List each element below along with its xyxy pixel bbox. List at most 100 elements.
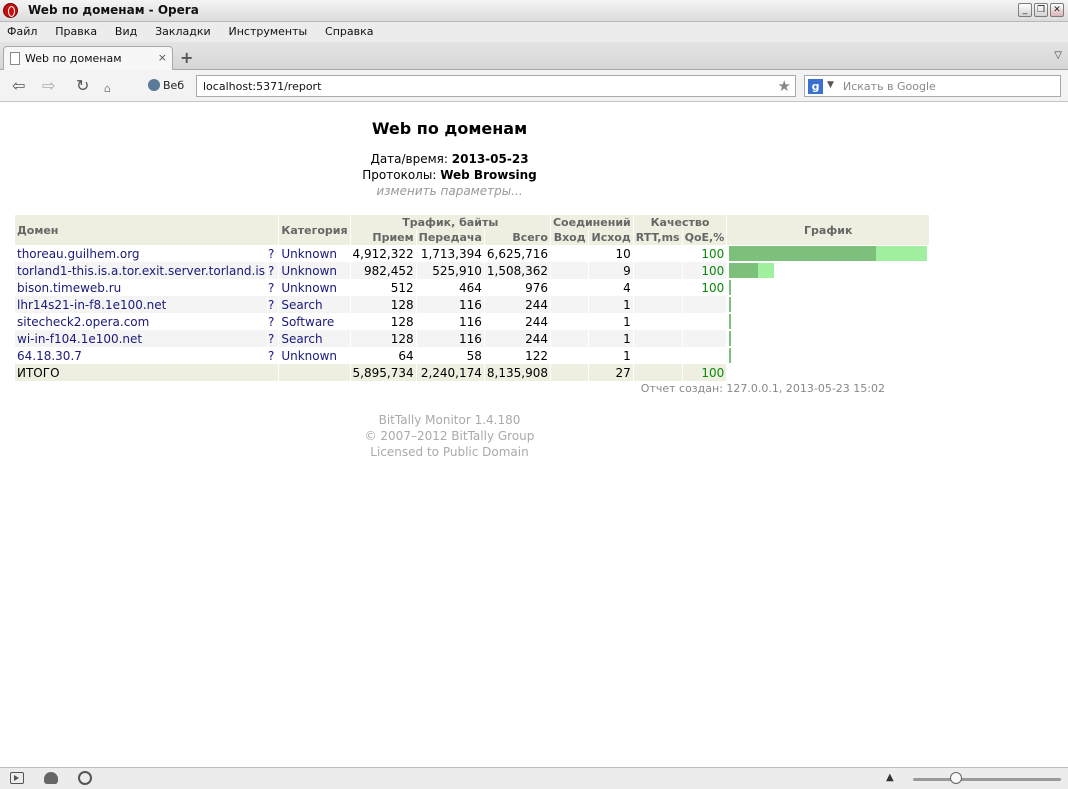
- report-title: Web по доменам: [371, 119, 528, 138]
- address-field[interactable]: localhost:5371/report ★: [196, 75, 796, 97]
- total-cell: 244: [484, 330, 550, 347]
- menu-file[interactable]: Файл: [0, 22, 44, 41]
- change-parameters-link[interactable]: изменить параметры...: [14, 184, 885, 198]
- category-help-link[interactable]: ?: [267, 313, 279, 330]
- category-help-link[interactable]: ?: [267, 262, 279, 279]
- category-help-link[interactable]: ?: [267, 245, 279, 262]
- tab-close-icon[interactable]: ×: [158, 51, 167, 64]
- close-window-button[interactable]: ✕: [1050, 3, 1064, 17]
- zoom-slider[interactable]: [913, 778, 1061, 781]
- totals-send: 2,240,174: [416, 364, 484, 381]
- panel-toggle-icon[interactable]: [10, 772, 24, 784]
- header-rtt[interactable]: RTT,ms: [633, 230, 682, 245]
- qoe-cell: [682, 330, 727, 347]
- graph-cell: [727, 245, 930, 262]
- report-created: Отчет создан: 127.0.0.1, 2013-05-23 15:0…: [640, 382, 885, 395]
- menu-tools[interactable]: Инструменты: [222, 22, 315, 41]
- category-cell[interactable]: Software: [279, 313, 350, 330]
- search-field[interactable]: g ▼ Искать в Google: [804, 75, 1061, 97]
- zoom-slider-thumb[interactable]: [950, 772, 962, 784]
- home-icon[interactable]: ⌂: [104, 80, 111, 98]
- window-titlebar: Web по доменам - Opera _ ❐ ✕: [0, 0, 1068, 22]
- header-total[interactable]: Всего: [484, 230, 550, 245]
- header-qoe[interactable]: QoE,%: [682, 230, 727, 245]
- menu-help[interactable]: Справка: [318, 22, 380, 41]
- traffic-bar: [729, 331, 927, 346]
- totals-rtt: [633, 364, 682, 381]
- category-help-link[interactable]: ?: [267, 296, 279, 313]
- totals-label: ИТОГО: [15, 364, 279, 381]
- category-cell[interactable]: Unknown: [279, 245, 350, 262]
- header-domain[interactable]: Домен: [15, 215, 279, 245]
- opera-logo-icon[interactable]: [3, 3, 18, 18]
- totals-graph: [727, 364, 930, 381]
- opera-link-cloud-icon[interactable]: [44, 772, 58, 784]
- traffic-bar-recv: [729, 263, 759, 278]
- category-cell[interactable]: Search: [279, 296, 350, 313]
- send-cell: 1,713,394: [416, 245, 484, 262]
- domain-cell[interactable]: lhr14s21-in-f8.1e100.net: [15, 296, 267, 313]
- header-recv[interactable]: Прием: [350, 230, 416, 245]
- category-cell[interactable]: Unknown: [279, 262, 350, 279]
- totals-row: ИТОГО 5,895,734 2,240,174 8,135,908 27 1…: [15, 364, 930, 381]
- table-row: bison.timeweb.ru? Unknown 512 464 976 4 100: [15, 279, 930, 296]
- tab-menu-chevron-icon[interactable]: ▽: [1054, 50, 1062, 61]
- domain-cell[interactable]: sitecheck2.opera.com: [15, 313, 267, 330]
- turbo-speedometer-icon[interactable]: [78, 771, 92, 785]
- total-cell: 122: [484, 347, 550, 364]
- minimize-button[interactable]: _: [1018, 3, 1032, 17]
- total-cell: 244: [484, 313, 550, 330]
- restore-button[interactable]: ❐: [1034, 3, 1048, 17]
- outbound-cell: 1: [588, 313, 633, 330]
- qoe-cell: 100: [682, 262, 727, 279]
- menu-bookmarks[interactable]: Закладки: [148, 22, 218, 41]
- category-help-link[interactable]: ?: [267, 330, 279, 347]
- new-tab-icon[interactable]: +: [180, 48, 193, 67]
- header-send[interactable]: Передача: [416, 230, 484, 245]
- table-row: lhr14s21-in-f8.1e100.net? Search 128 116 244…: [15, 296, 930, 313]
- search-engine-dropdown-icon[interactable]: ▼: [827, 80, 834, 90]
- back-icon[interactable]: ⇦: [12, 77, 25, 95]
- google-icon[interactable]: g: [808, 79, 823, 94]
- web-button[interactable]: Веб: [148, 79, 184, 92]
- table-row: 64.18.30.7? Unknown 64 58 122 1: [15, 347, 930, 364]
- category-help-link[interactable]: ?: [267, 279, 279, 296]
- domain-cell[interactable]: bison.timeweb.ru: [15, 279, 267, 296]
- window-title: Web по доменам - Opera: [28, 3, 199, 17]
- tab-report[interactable]: Web по доменам ×: [3, 46, 173, 70]
- menu-edit[interactable]: Правка: [48, 22, 104, 41]
- category-cell[interactable]: Unknown: [279, 347, 350, 364]
- footer-copyright: © 2007–2012 BitTally Group: [364, 429, 535, 443]
- domain-cell[interactable]: thoreau.guilhem.org: [15, 245, 267, 262]
- header-quality: Качество: [633, 215, 727, 230]
- menu-view[interactable]: Вид: [108, 22, 144, 41]
- reload-icon[interactable]: ↻: [76, 77, 89, 95]
- category-cell[interactable]: Search: [279, 330, 350, 347]
- rtt-cell: [633, 279, 682, 296]
- domain-cell[interactable]: torland1-this.is.a.tor.exit.server.torla…: [15, 262, 267, 279]
- totals-outbound: 27: [588, 364, 633, 381]
- header-category[interactable]: Категория: [279, 215, 350, 245]
- traffic-bar-recv: [729, 280, 732, 295]
- url-text: localhost:5371/report: [203, 80, 322, 93]
- inbound-cell: [550, 330, 588, 347]
- zoom-menu-icon[interactable]: ▲: [886, 772, 894, 783]
- recv-cell: 128: [350, 313, 416, 330]
- bookmark-star-icon[interactable]: ★: [778, 77, 791, 95]
- total-cell: 1,508,362: [484, 262, 550, 279]
- web-label: Веб: [163, 79, 185, 92]
- datetime-line: Дата/время: 2013-05-23: [14, 152, 885, 166]
- qoe-cell: 100: [682, 245, 727, 262]
- tab-title: Web по доменам: [25, 52, 122, 65]
- domain-cell[interactable]: 64.18.30.7: [15, 347, 267, 364]
- outbound-cell: 9: [588, 262, 633, 279]
- graph-cell: [727, 313, 930, 330]
- header-outbound[interactable]: Исход: [588, 230, 633, 245]
- header-inbound[interactable]: Вход: [550, 230, 588, 245]
- domain-cell[interactable]: wi-in-f104.1e100.net: [15, 330, 267, 347]
- send-cell: 525,910: [416, 262, 484, 279]
- report-table: Домен Категория Трафик, байты Соединений…: [14, 215, 930, 381]
- forward-icon[interactable]: ⇨: [42, 77, 55, 95]
- category-help-link[interactable]: ?: [267, 347, 279, 364]
- category-cell[interactable]: Unknown: [279, 279, 350, 296]
